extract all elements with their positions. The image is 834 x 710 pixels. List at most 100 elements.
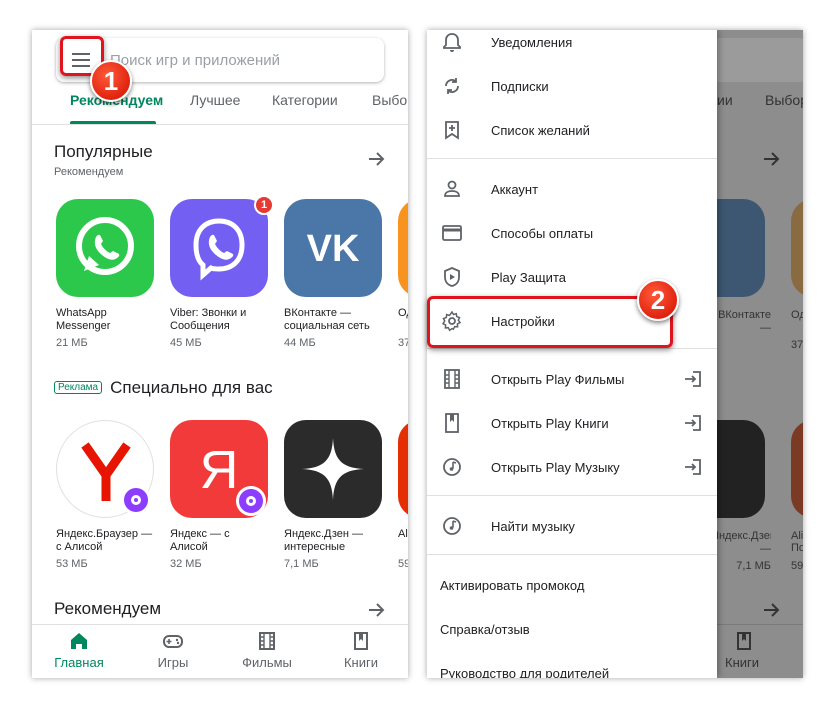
app-card-viber[interactable]: 1 Viber: Звонки и Сообщения 45 МБ [170, 195, 274, 349]
menu-label: Справка/отзыв [440, 621, 530, 637]
app-size: 32 МБ [170, 558, 202, 570]
nav-label: Фильмы [242, 655, 292, 670]
dimmed-search-bar [717, 38, 803, 82]
category-tabs: Рекомендуем Лучшее Категории Выбор [32, 92, 408, 126]
menu-label: Подписки [491, 78, 549, 94]
nav-books[interactable]: Книги [314, 631, 408, 670]
person-icon [444, 180, 460, 197]
menu-item-redeem-code[interactable]: Активировать промокод [427, 563, 717, 607]
menu-label: Активировать промокод [440, 577, 585, 593]
dimmed-background[interactable]: ии Выбор ВКонтакте — социальная сеть Од … [717, 30, 803, 678]
bookmark-plus-icon [445, 121, 459, 140]
menu-item-find-music[interactable]: Найти музыку [427, 504, 717, 548]
app-card-vk[interactable]: VK ВКонтакте — социальная сеть 44 МБ [284, 199, 384, 349]
dimmed-app-size: 7,1 МБ [736, 560, 771, 572]
dimmed-app-name: Яндекс.Дзен — интересные стать… [717, 530, 771, 555]
music-search-icon [443, 517, 461, 535]
tab-categories[interactable]: Категории [272, 92, 338, 108]
divider [427, 158, 717, 159]
app-size: 7,1 МБ [284, 558, 319, 570]
open-external-icon [685, 415, 701, 431]
dimmed-app-size: 59 [791, 560, 803, 572]
notification-badge: 1 [254, 195, 274, 215]
menu-item-help-feedback[interactable]: Справка/отзыв [427, 607, 717, 651]
divider [717, 624, 803, 625]
menu-label: Уведомления [491, 34, 573, 50]
app-card-yandex[interactable]: Я Яндекс — с Алисой 32 МБ [170, 420, 270, 570]
menu-label: Руководство для родителей [440, 665, 610, 679]
navigation-drawer: Уведомления Подписки Список желаний Акка… [427, 30, 717, 678]
tab-top[interactable]: Лучшее [190, 92, 240, 108]
menu-item-parent-guide[interactable]: Руководство для родителей [427, 651, 717, 679]
vk-icon: VK [284, 199, 382, 297]
alice-icon [236, 486, 266, 516]
app-size: 59 [398, 558, 408, 570]
highlight-settings-item [427, 296, 673, 348]
svg-text:Я: Я [200, 440, 239, 500]
app-card-partial[interactable]: Ali По 59 [398, 420, 408, 570]
refresh-icon [445, 78, 459, 94]
alice-icon [121, 485, 151, 515]
tab-editors-choice[interactable]: Выбор [372, 92, 408, 108]
home-icon [71, 633, 87, 649]
popular-section-subtitle: Рекомендуем [54, 166, 124, 178]
app-name: Яндекс.Браузер — с Алисой [56, 528, 153, 553]
dimmed-app-icon [791, 199, 803, 297]
bottom-navigation: Главная Игры Фильмы Книги [32, 624, 408, 678]
app-card-yandex-browser[interactable]: Яндекс.Браузер — с Алисой 53 МБ [56, 420, 156, 570]
app-card-partial[interactable]: Од 37 [398, 199, 408, 349]
book-icon [354, 632, 368, 650]
recommended-section-title: Рекомендуем [54, 599, 162, 618]
app-name: Ali По [398, 528, 408, 540]
popular-section-title: Популярные [54, 142, 153, 161]
menu-item-account[interactable]: Аккаунт [427, 167, 717, 211]
nav-movies[interactable]: Фильмы [220, 631, 314, 670]
app-icon [398, 199, 408, 297]
menu-item-notifications[interactable]: Уведомления [427, 30, 717, 64]
dimmed-app-icon [717, 199, 765, 297]
menu-label: Аккаунт [491, 181, 539, 197]
menu-item-open-play-books[interactable]: Открыть Play Книги [427, 401, 717, 445]
menu-item-wishlist[interactable]: Список желаний [427, 108, 717, 152]
dimmed-app-name: Од [791, 309, 803, 321]
arrow-right-icon [764, 603, 780, 617]
app-name: Яндекс.Дзен — интересные стать… [284, 528, 364, 553]
app-card-yandex-zen[interactable]: Яндекс.Дзен — интересные стать… 7,1 МБ [284, 420, 384, 570]
menu-label: Найти музыку [491, 518, 575, 534]
menu-label: Play Защита [491, 269, 566, 285]
menu-label: Открыть Play Музыку [491, 459, 620, 475]
dimmed-nav-label: Книги [725, 655, 760, 670]
book-icon [445, 413, 459, 433]
dimmed-app-name: Ali По [791, 530, 803, 554]
svg-text:VK: VK [307, 228, 360, 270]
nav-label: Книги [343, 655, 379, 670]
nav-label: Главная [54, 655, 104, 670]
app-size: 37 [398, 337, 408, 349]
app-name: WhatsApp Messenger [56, 307, 111, 332]
nav-label: Игры [157, 655, 189, 670]
nav-games[interactable]: Игры [126, 631, 220, 670]
play-store-drawer-screen: ии Выбор ВКонтакте — социальная сеть Од … [427, 30, 803, 678]
menu-item-payment-methods[interactable]: Способы оплаты [427, 211, 717, 255]
app-name: Яндекс — с Алисой [170, 528, 230, 553]
app-icon [398, 420, 408, 518]
search-placeholder[interactable]: Поиск игр и приложений [110, 52, 280, 69]
menu-item-open-play-movies[interactable]: Открыть Play Фильмы [427, 357, 717, 401]
film-icon [259, 632, 275, 650]
dimmed-app-size: 37 [791, 339, 803, 351]
divider [427, 348, 717, 349]
yandex-browser-icon [56, 420, 154, 518]
dimmed-app-icon [717, 420, 765, 518]
viber-icon [170, 199, 268, 297]
menu-item-subscriptions[interactable]: Подписки [427, 64, 717, 108]
arrow-right-icon[interactable] [368, 602, 386, 618]
shield-play-icon [444, 267, 460, 287]
menu-label: Открыть Play Книги [491, 415, 609, 431]
dimmed-tab: Выбор [765, 92, 803, 108]
step-2-marker: 2 [637, 279, 679, 321]
app-card-whatsapp[interactable]: WhatsApp Messenger 21 МБ [56, 199, 156, 349]
menu-item-open-play-music[interactable]: Открыть Play Музыку [427, 445, 717, 489]
nav-home[interactable]: Главная [32, 631, 126, 670]
menu-label: Способы оплаты [491, 225, 594, 241]
arrow-right-icon[interactable] [368, 151, 386, 167]
